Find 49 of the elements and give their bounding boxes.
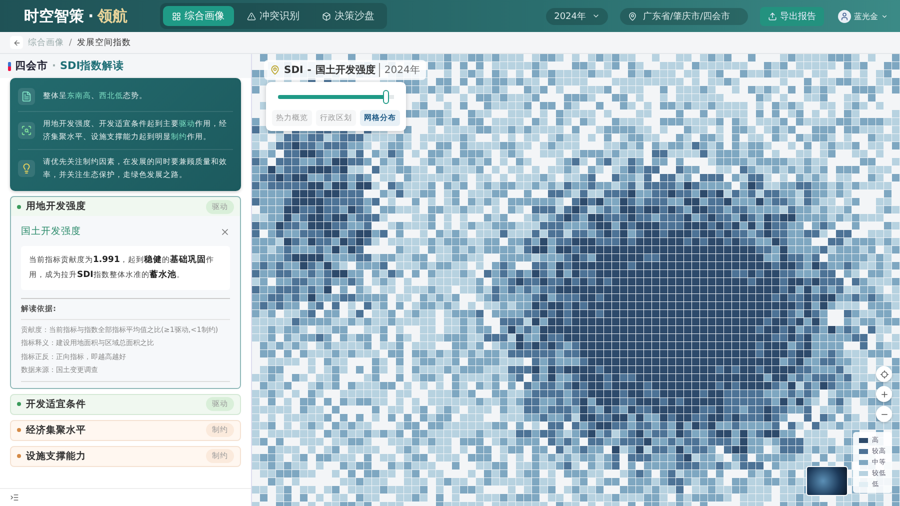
map-pin-icon [270, 65, 280, 75]
document-icon [21, 91, 32, 102]
region-select[interactable]: 广东省/肇庆市/四会市 [620, 8, 748, 24]
scan-icon [21, 125, 32, 136]
nav-tab[interactable]: 冲突识别 [238, 6, 309, 26]
nav-tab[interactable]: 决策沙盘 [312, 6, 384, 26]
title-separator: · [52, 60, 56, 72]
close-icon[interactable] [220, 226, 230, 237]
app-title: 时空智策 [24, 6, 84, 26]
factor-name: 开发适宜条件 [26, 398, 87, 411]
status-dot [17, 204, 21, 209]
marker-icon [8, 62, 11, 70]
warning-icon [246, 12, 256, 20]
status-dot [17, 454, 21, 458]
back-arrow-icon [12, 38, 20, 46]
map-year: 2024年 [379, 63, 420, 77]
status-dot [17, 428, 21, 432]
slider-thumb[interactable] [382, 90, 389, 104]
avatar-icon [838, 10, 851, 22]
year-select[interactable]: 2024年 [546, 8, 608, 24]
back-button[interactable] [10, 36, 23, 49]
chevron-down-icon [881, 12, 888, 20]
breadcrumb-current: 发展空间指数 [76, 36, 131, 48]
panel-title: SDI指数解读 [60, 59, 124, 73]
title-separator: - [307, 64, 312, 76]
export-button[interactable]: 导出报告 [760, 6, 824, 26]
nav-tab[interactable]: 综合画像 [162, 6, 234, 26]
lightbulb-icon [21, 163, 32, 174]
plus-icon [880, 390, 888, 398]
satellite-thumbnail[interactable] [806, 466, 848, 496]
map-title: 国土开发强度 [315, 63, 376, 77]
grid-icon [172, 12, 181, 20]
app-subtitle: 领航 [98, 6, 128, 26]
status-dot [17, 402, 21, 406]
detail-title: 国土开发强度 [21, 225, 81, 238]
chevron-down-icon [592, 12, 600, 20]
user-menu[interactable]: 蓝光金 [838, 10, 888, 22]
map-pin-icon [628, 12, 637, 20]
factor-name: 设施支撑能力 [26, 450, 87, 463]
title-separator: · [88, 7, 94, 25]
indent-icon[interactable] [10, 493, 19, 502]
factor-name: 经济集聚水平 [26, 424, 87, 437]
index-name: SDI [284, 64, 304, 76]
export-icon [768, 12, 777, 20]
locate-icon [880, 370, 888, 378]
city-name: 四会市 [15, 59, 48, 73]
breadcrumb-separator: / [69, 38, 72, 48]
factor-name: 用地开发强度 [26, 200, 87, 214]
cube-icon [322, 12, 331, 20]
